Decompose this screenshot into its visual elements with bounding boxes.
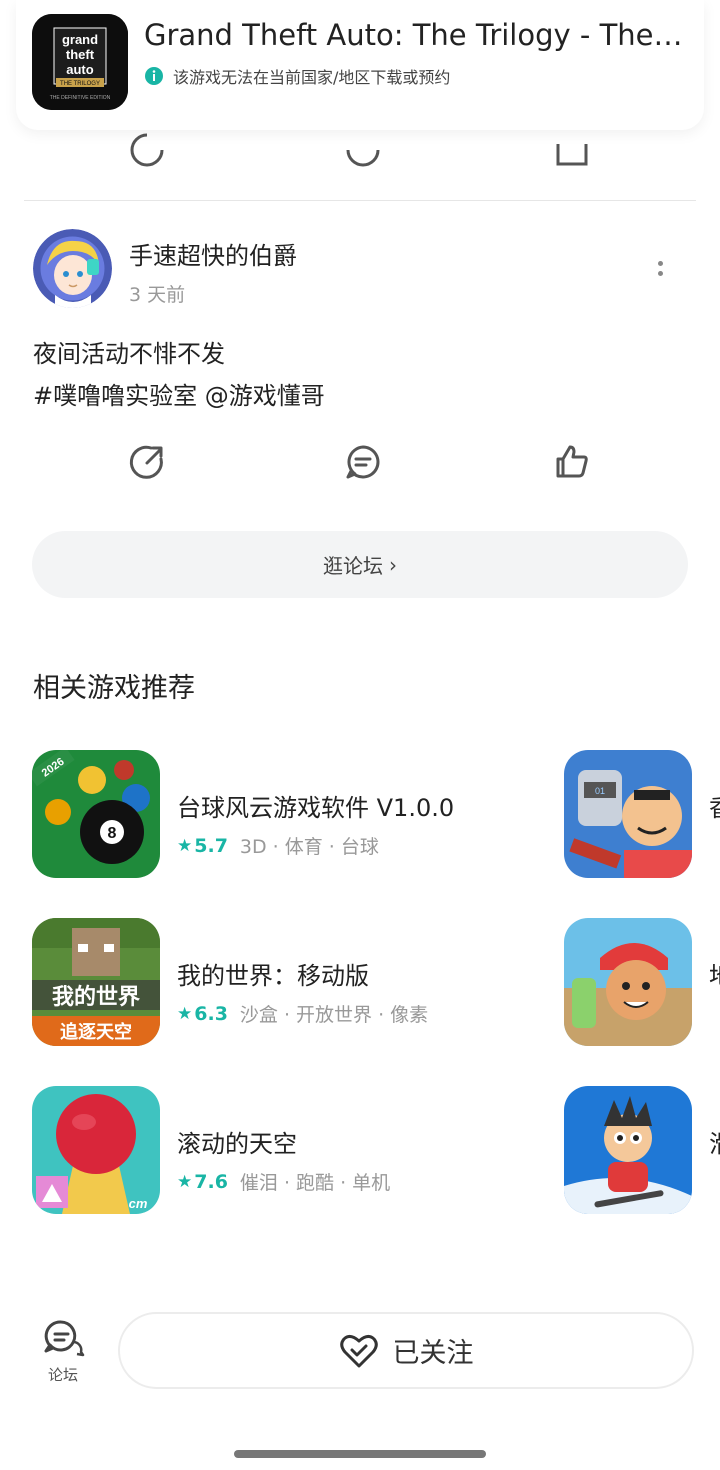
logo-line-auto: auto <box>66 62 94 77</box>
game-name: 地 <box>709 956 720 991</box>
forum-chat-icon <box>44 1320 85 1357</box>
game-item-cartoon[interactable]: 01 香 <box>564 750 720 880</box>
rolling-sky-icon: cm <box>32 1086 160 1214</box>
home-indicator[interactable] <box>234 1450 486 1458</box>
star-icon: ★ <box>177 1003 193 1024</box>
following-button[interactable]: 已关注 <box>118 1312 694 1389</box>
game-rating: ★ 7.6 <box>177 1170 228 1193</box>
game-item-billiards[interactable]: 8 2026 台球风云游戏软件 V1.0.0 ★ 5.7 3D · 体育 · 台球 <box>32 750 552 880</box>
game-meta: ★ 6.3 沙盒 · 开放世界 · 像素 <box>177 1000 428 1027</box>
game-tags: 沙盒 · 开放世界 · 像素 <box>239 1004 429 1026</box>
game-meta: ★ 7.6 催泪 · 跑酷 · 单机 <box>177 1168 390 1195</box>
region-notice-text: 该游戏无法在当前国家/地区下载或预约 <box>173 68 451 87</box>
gta-trilogy-app-icon: grand theft auto THE TRILOGY THE DEFINIT… <box>32 14 128 110</box>
subway-surfers-icon <box>564 918 692 1046</box>
game-item-rolling-sky[interactable]: cm 滚动的天空 ★ 7.6 催泪 · 跑酷 · 单机 <box>32 1086 552 1216</box>
game-rating: ★ 6.3 <box>177 1002 228 1025</box>
post-divider <box>24 200 696 201</box>
post-text-line-2[interactable]: #噗噜噜实验室 @游戏懂哥 <box>33 376 325 411</box>
minecraft-icon: 我的世界 追逐天空 <box>32 918 160 1046</box>
game-tags: 催泪 · 跑酷 · 单机 <box>239 1172 391 1194</box>
game-name: 滚动的天空 <box>177 1130 297 1158</box>
post-actions <box>0 440 720 488</box>
logo-line-theft: theft <box>66 47 95 62</box>
more-options-icon[interactable] <box>644 252 676 284</box>
game-meta: ★ 5.7 3D · 体育 · 台球 <box>177 832 379 859</box>
share-icon[interactable] <box>125 440 169 484</box>
browse-forum-label: 逛论坛 <box>323 554 383 578</box>
heart-check-icon <box>339 1334 378 1367</box>
svg-text:8: 8 <box>108 825 117 842</box>
cartoon-icon-badge: 01 <box>595 786 605 796</box>
share-icon[interactable] <box>125 128 169 172</box>
logo-badge: THE TRILOGY <box>60 81 100 87</box>
info-icon <box>145 67 163 85</box>
post-username[interactable]: 手速超快的伯爵 <box>129 236 297 271</box>
minecraft-icon-logo: 我的世界 <box>52 984 140 1009</box>
game-rating: ★ 5.7 <box>177 834 228 857</box>
game-name: 香 <box>709 788 720 823</box>
avatar[interactable] <box>33 229 112 308</box>
like-icon[interactable] <box>550 128 594 172</box>
ski-safari-icon <box>564 1086 692 1214</box>
related-games-title: 相关游戏推荐 <box>33 673 195 704</box>
forum-tab-label: 论坛 <box>47 1366 78 1384</box>
game-name: 台球风云游戏软件 V1.0.0 <box>177 794 455 822</box>
star-icon: ★ <box>177 835 193 856</box>
game-item-minecraft[interactable]: 我的世界 追逐天空 我的世界：移动版 ★ 6.3 沙盒 · 开放世界 · 像素 <box>32 918 552 1048</box>
bottom-forum-tab[interactable]: 论坛 <box>36 1318 90 1388</box>
logo-line-grand: grand <box>62 32 98 47</box>
app-title: Grand Theft Auto: The Trilogy - The D... <box>144 18 689 52</box>
game-item-subway[interactable]: 地 <box>564 918 720 1048</box>
following-label: 已关注 <box>392 1338 474 1369</box>
logo-sub: THE DEFINITIVE EDITION <box>50 95 111 101</box>
rolling-sky-icon-brand: cm <box>129 1196 148 1211</box>
game-tags: 3D · 体育 · 台球 <box>239 836 379 858</box>
app-header-card[interactable]: grand theft auto THE TRILOGY THE DEFINIT… <box>16 0 704 130</box>
browse-forum-button[interactable]: 逛论坛 › <box>32 531 688 598</box>
game-name: 我的世界：移动版 <box>177 962 369 990</box>
comment-icon[interactable] <box>341 440 385 484</box>
post-text-line-1: 夜间活动不悱不发 <box>33 340 225 368</box>
star-icon: ★ <box>177 1171 193 1192</box>
previous-post-actions <box>0 128 720 176</box>
cartoon-brawl-icon: 01 <box>564 750 692 878</box>
game-name: 滑 <box>709 1124 720 1159</box>
minecraft-icon-banner: 追逐天空 <box>60 1021 132 1042</box>
billiards-icon: 8 2026 <box>32 750 160 878</box>
post-time: 3 天前 <box>129 284 186 306</box>
like-icon[interactable] <box>550 440 594 484</box>
region-notice: 该游戏无法在当前国家/地区下载或预约 <box>144 64 450 88</box>
chevron-right-icon: › <box>389 552 397 577</box>
game-item-ski[interactable]: 滑 <box>564 1086 720 1216</box>
comment-icon[interactable] <box>341 128 385 172</box>
